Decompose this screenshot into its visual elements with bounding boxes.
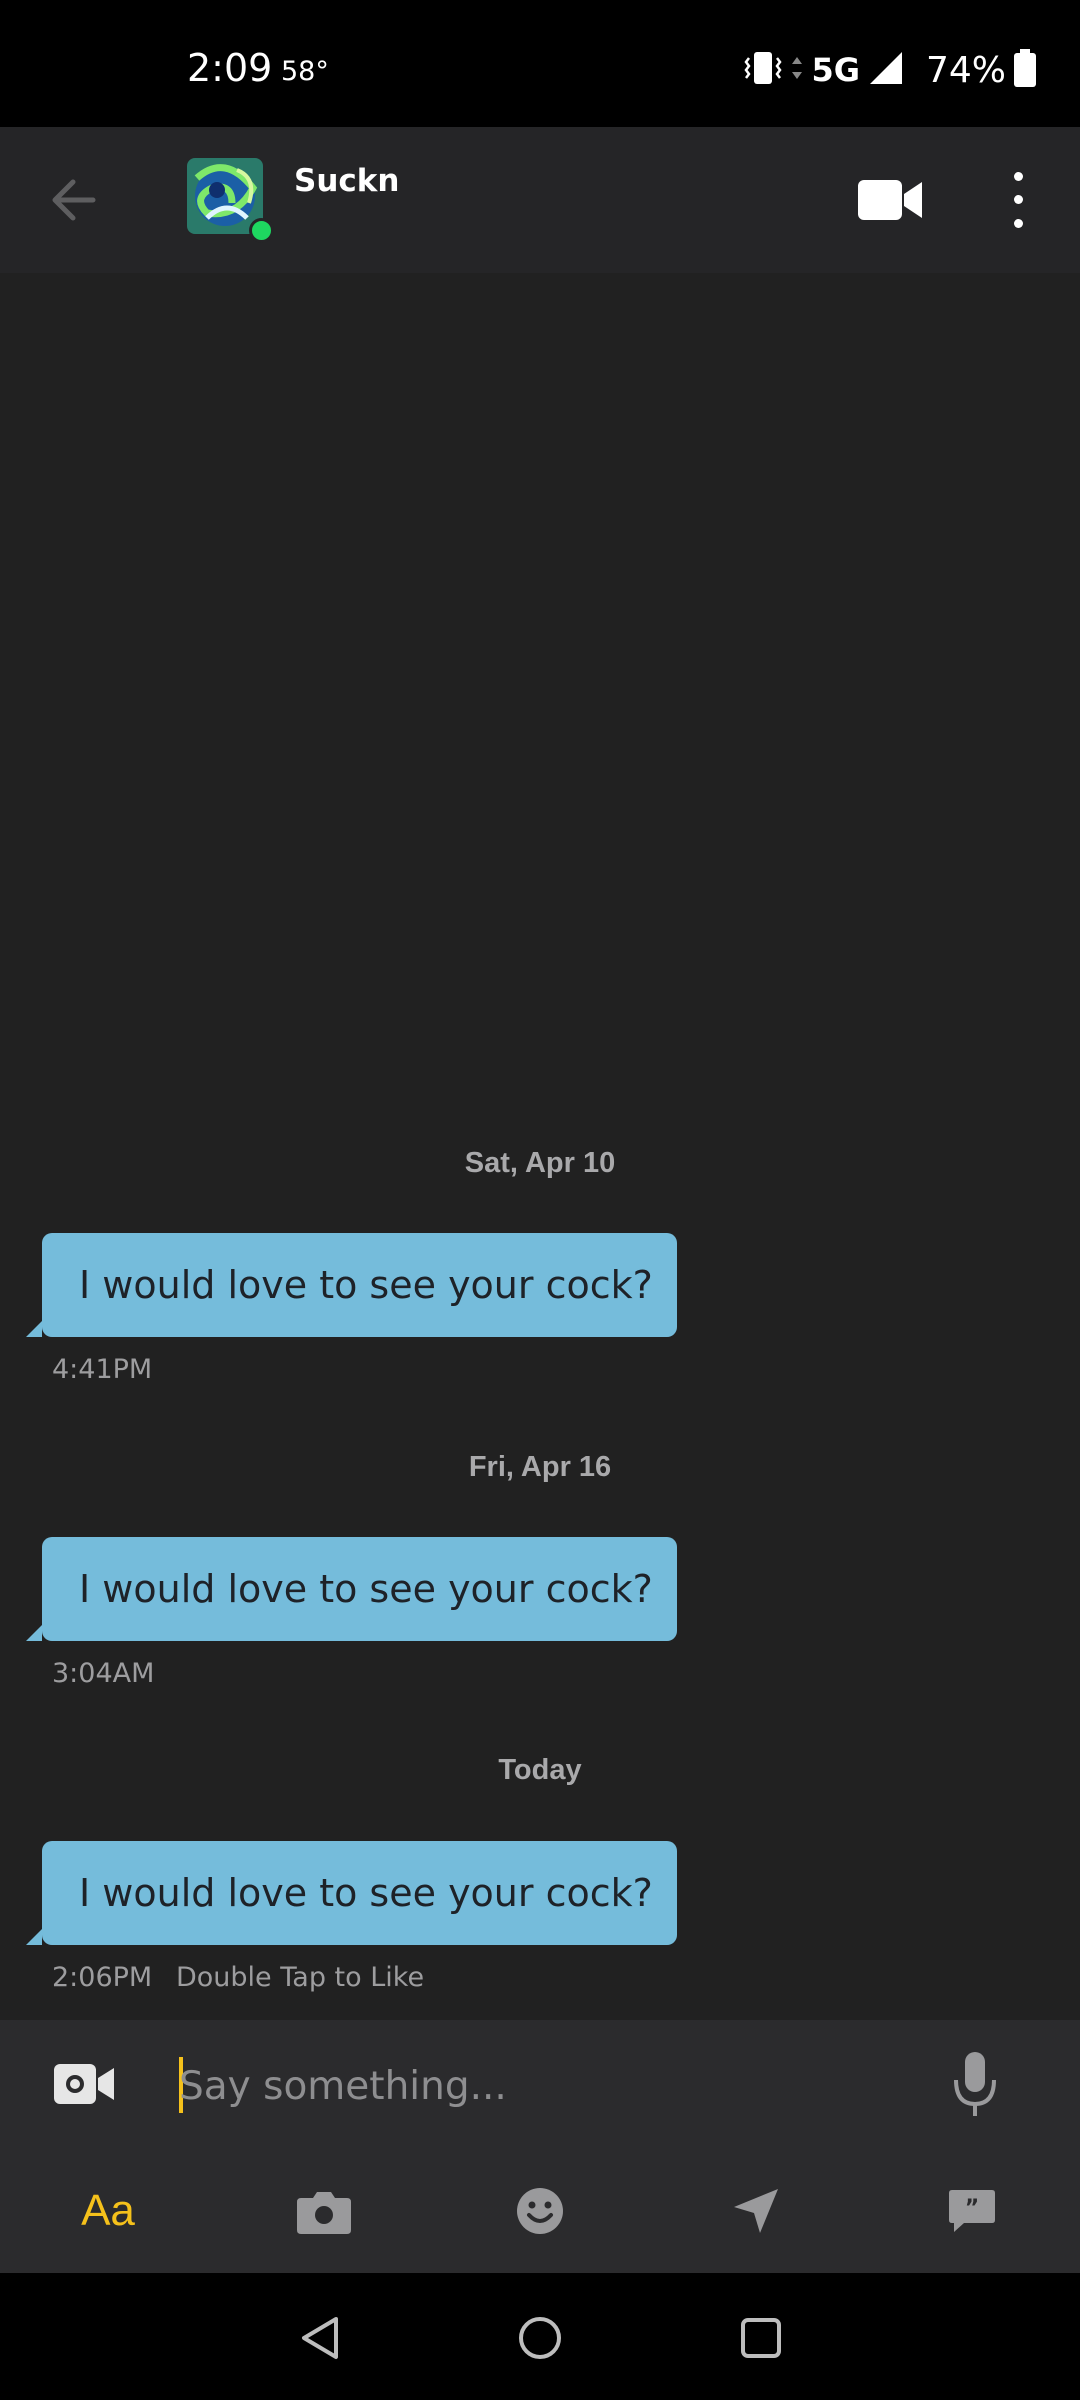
- message-text: I would love to see your cock?: [79, 1871, 653, 1915]
- composer-toolbar: Aa ”: [0, 2155, 1080, 2273]
- microphone-icon: [954, 2052, 996, 2116]
- more-options-button[interactable]: [1000, 165, 1036, 235]
- camera-icon: [297, 2192, 351, 2234]
- voice-message-button[interactable]: [952, 2050, 998, 2120]
- message-bubble[interactable]: I would love to see your cock?: [26, 1233, 677, 1337]
- status-time: 2:09: [187, 46, 273, 90]
- camera-video-button[interactable]: [54, 2060, 114, 2108]
- nav-home-button[interactable]: [505, 2303, 575, 2373]
- message-bubble[interactable]: I would love to see your cock?: [26, 1537, 677, 1641]
- more-dot: [1013, 195, 1023, 205]
- svg-text:”: ”: [965, 2196, 979, 2221]
- system-navigation-bar: [0, 2273, 1080, 2400]
- date-separator: Today: [498, 1754, 582, 1786]
- chat-area[interactable]: Sat, Apr 10 I would love to see your coc…: [0, 273, 1080, 2020]
- message-input[interactable]: [179, 2050, 899, 2122]
- back-arrow-icon: [52, 179, 96, 221]
- photo-button[interactable]: [284, 2175, 364, 2247]
- triangle-back-icon: [302, 2317, 338, 2359]
- text-style-button[interactable]: Aa: [68, 2175, 148, 2247]
- nav-recents-button[interactable]: [726, 2303, 796, 2373]
- signal-icon: [868, 50, 904, 90]
- date-separator: Fri, Apr 16: [468, 1451, 612, 1483]
- send-location-button[interactable]: [716, 2175, 796, 2247]
- circle-home-icon: [519, 2317, 561, 2359]
- square-recents-icon: [741, 2318, 781, 2358]
- online-status-indicator: [249, 218, 274, 243]
- saved-phrases-button[interactable]: ”: [932, 2175, 1012, 2247]
- bubble-tail: [26, 1625, 42, 1641]
- emoji-button[interactable]: [500, 2175, 580, 2247]
- message-text: I would love to see your cock?: [79, 1263, 653, 1307]
- chat-header: Suckn: [0, 127, 1080, 273]
- status-bar: 2:09 58° 5G 74%: [0, 0, 1080, 127]
- more-dot: [1013, 172, 1023, 182]
- status-indicators: 5G 74%: [743, 44, 1036, 96]
- back-button[interactable]: [42, 169, 104, 231]
- message-composer: [0, 2020, 1080, 2155]
- message-text: I would love to see your cock?: [79, 1567, 653, 1611]
- video-camera-icon: [858, 180, 922, 220]
- message-time: 3:04AM: [52, 1658, 155, 1689]
- message-time: 4:41PM: [52, 1354, 153, 1385]
- message-bubble[interactable]: I would love to see your cock?: [26, 1841, 677, 1945]
- battery-percent: 74%: [925, 49, 1006, 91]
- video-call-button[interactable]: [858, 172, 924, 228]
- date-separator: Sat, Apr 10: [464, 1147, 616, 1179]
- battery-icon: [1014, 49, 1036, 91]
- bubble-tail: [26, 1929, 42, 1945]
- vibrate-icon: [743, 50, 783, 90]
- more-dot: [1013, 218, 1023, 228]
- video-camera-icon: [54, 2064, 114, 2104]
- contact-name[interactable]: Suckn: [294, 163, 399, 199]
- nav-back-button[interactable]: [285, 2303, 355, 2373]
- saved-phrases-icon: ”: [949, 2190, 995, 2232]
- data-arrows-icon: [791, 53, 803, 87]
- message-time: 2:06PM: [52, 1962, 153, 1993]
- text-style-icon: Aa: [81, 2186, 135, 2235]
- double-tap-hint: Double Tap to Like: [176, 1962, 425, 1993]
- emoji-icon: [517, 2188, 563, 2234]
- location-icon: [734, 2189, 778, 2233]
- network-type: 5G: [811, 51, 860, 89]
- bubble-tail: [26, 1321, 42, 1337]
- status-temperature: 58°: [281, 56, 329, 87]
